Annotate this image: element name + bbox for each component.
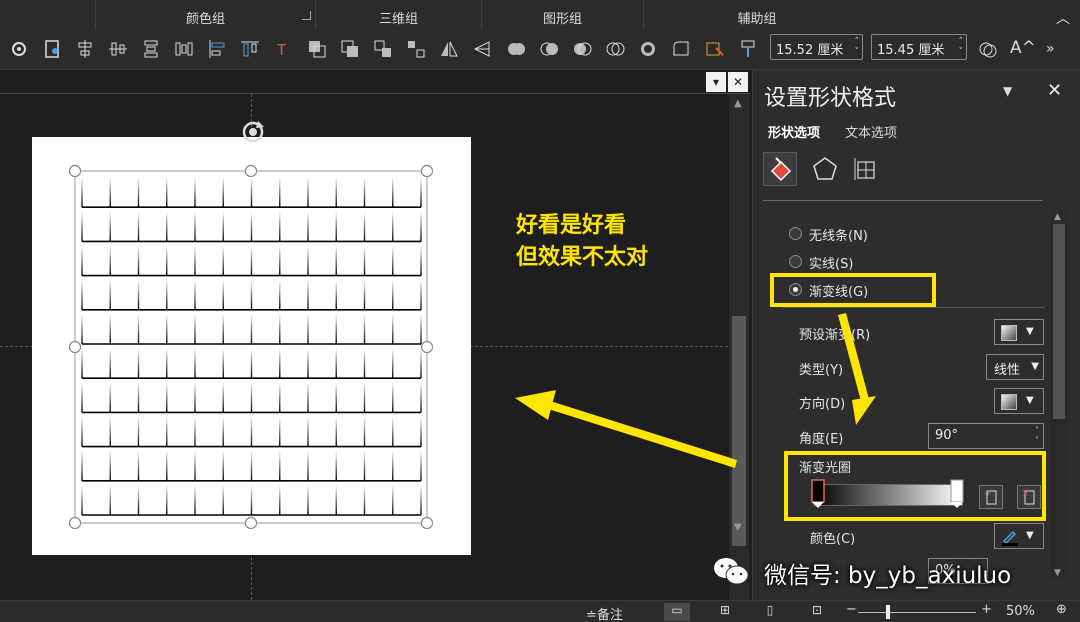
slideshow-icon[interactable]: ⊡ bbox=[804, 603, 830, 621]
annotation-arrows bbox=[515, 313, 876, 468]
notes-button[interactable]: ≐备注 bbox=[586, 604, 623, 622]
zoom-out-button[interactable]: − bbox=[846, 602, 857, 617]
wechat-logo-icon bbox=[714, 558, 749, 585]
wechat-watermark: 微信号: by_yb_axiuluo bbox=[712, 552, 1052, 592]
fit-to-window-icon[interactable]: ⊕ bbox=[1056, 602, 1067, 617]
zoom-level[interactable]: 50% bbox=[1006, 604, 1035, 619]
zoom-slider[interactable] bbox=[858, 612, 976, 613]
arrow-to-slide bbox=[545, 400, 737, 468]
zoom-in-button[interactable]: + bbox=[981, 602, 992, 617]
reading-view-icon[interactable]: ▯ bbox=[757, 603, 783, 621]
arrowhead-left-icon bbox=[515, 390, 556, 420]
slide-sorter-icon[interactable]: ⊞ bbox=[712, 603, 738, 621]
zoom-slider-thumb[interactable] bbox=[886, 605, 890, 619]
status-bar: ≐备注 ▭ ⊞ ▯ ⊡ − + 50% ⊕ bbox=[0, 600, 1080, 622]
watermark-text: 微信号: by_yb_axiuluo bbox=[764, 563, 1012, 589]
normal-view-icon[interactable]: ▭ bbox=[664, 603, 690, 621]
arrow-down bbox=[838, 313, 870, 405]
arrowhead-down-icon bbox=[852, 396, 876, 425]
